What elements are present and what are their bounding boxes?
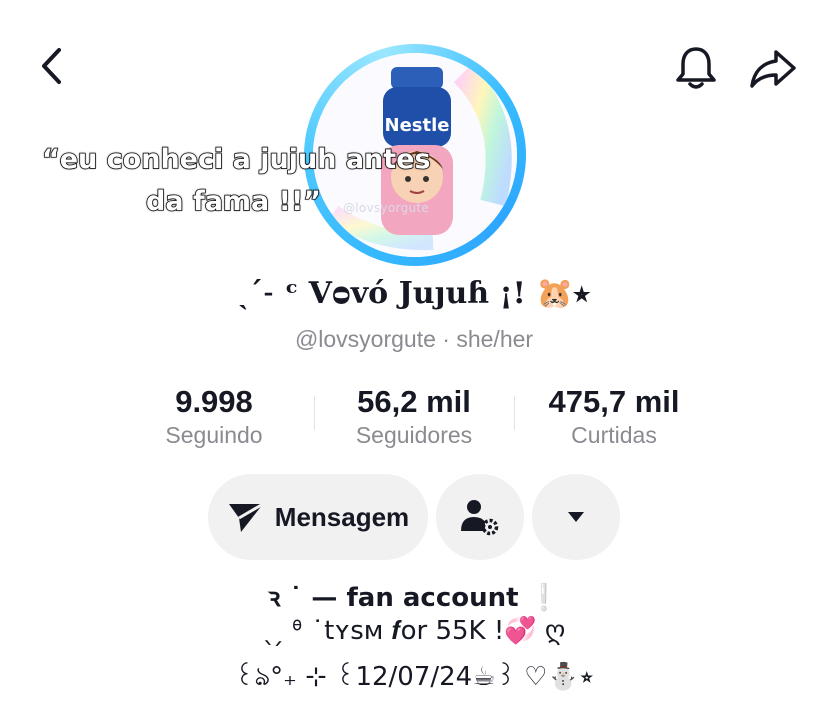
- following-stat[interactable]: 9.998 Seguindo: [114, 384, 314, 450]
- avatar-watermark: @lovsyorgute: [343, 201, 430, 215]
- followers-stat[interactable]: 56,2 mil Seguidores: [314, 384, 514, 450]
- back-button[interactable]: [30, 44, 74, 88]
- bio-line-1: ꝛ ˙ — fan account ❕: [267, 583, 560, 613]
- notifications-button[interactable]: [668, 40, 724, 96]
- likes-label: Curtidas: [571, 422, 657, 448]
- more-options-button[interactable]: [532, 474, 620, 560]
- overlay-quote-line-1: “eu conheci a jujuh antes: [41, 143, 431, 176]
- message-button-label: Mensagem: [274, 501, 410, 532]
- message-button[interactable]: Mensagem: [208, 474, 428, 560]
- follow-settings-button[interactable]: [436, 474, 524, 560]
- bio-line-2: ˎ ̗ ᶿ ˙tʏsᴍ 𝒇ᴏr 55K !💞 ღ: [262, 616, 566, 646]
- bell-icon: [676, 47, 716, 89]
- user-gear-icon: [461, 500, 499, 536]
- send-icon: [228, 502, 264, 532]
- overlay-quote-line-2: da fama !!”: [145, 185, 322, 218]
- following-count: 9.998: [175, 384, 253, 419]
- display-name: ˎˊ˗ ᶜ Vᴑvó Juȷuɦ ¡! 🐹⭒: [238, 276, 590, 311]
- likes-stat[interactable]: 475,7 mil Curtidas: [514, 384, 714, 450]
- followers-count: 56,2 mil: [357, 384, 471, 419]
- share-button[interactable]: [744, 42, 802, 94]
- bio-line-3: ꒰ঌ°₊ ⊹ ꒰12/07/24☕꒱ ♡⛄⭒: [234, 662, 594, 692]
- caret-down-icon: [568, 512, 584, 522]
- svg-text:Nestle: Nestle: [385, 115, 450, 136]
- followers-label: Seguidores: [355, 422, 473, 448]
- share-arrow-icon: [750, 50, 796, 88]
- following-label: Seguindo: [165, 422, 263, 448]
- chevron-left-icon: [42, 48, 61, 84]
- username-pronouns: @lovsyorgute · she/her: [294, 326, 534, 352]
- likes-count: 475,7 mil: [548, 384, 680, 419]
